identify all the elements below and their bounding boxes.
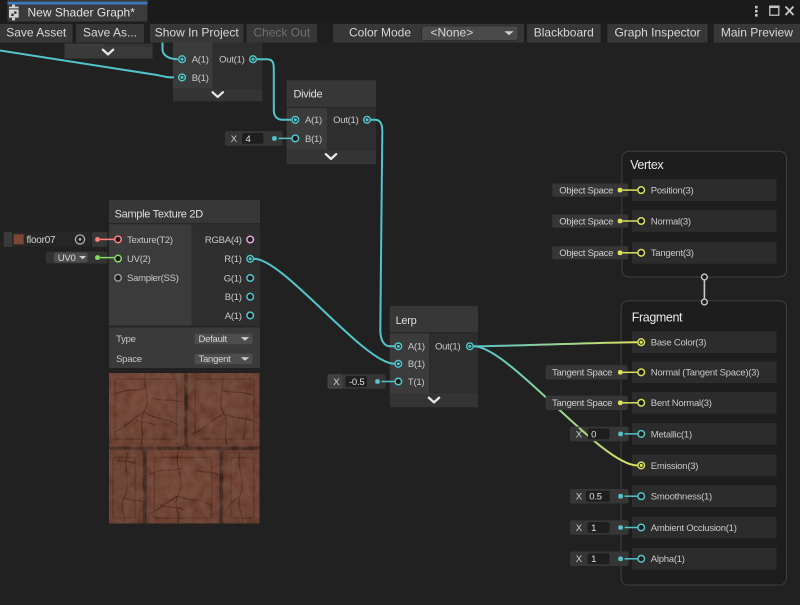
svg-text:Sampler(SS): Sampler(SS) [127, 273, 179, 284]
svg-text:Fragment: Fragment [632, 310, 683, 324]
svg-text:Texture(T2): Texture(T2) [127, 235, 173, 246]
svg-text:T(1): T(1) [408, 377, 425, 388]
svg-text:Type: Type [116, 334, 136, 345]
svg-text:Check Out: Check Out [253, 26, 310, 40]
svg-text:Out(1): Out(1) [333, 115, 359, 126]
svg-text:Tangent Space: Tangent Space [552, 368, 612, 379]
svg-text:floor07: floor07 [27, 235, 57, 246]
svg-text:X: X [576, 554, 583, 565]
svg-text:RGBA(4): RGBA(4) [205, 235, 242, 246]
svg-text:Bent Normal(3): Bent Normal(3) [651, 398, 712, 409]
svg-text:Tangent Space: Tangent Space [552, 398, 612, 409]
svg-text:X: X [333, 377, 340, 388]
svg-text:Out(1): Out(1) [219, 55, 245, 66]
svg-text:Default: Default [199, 334, 228, 345]
svg-text:Normal (Tangent Space)(3): Normal (Tangent Space)(3) [651, 368, 759, 379]
svg-text:B(1): B(1) [408, 359, 425, 370]
svg-text:-0.5: -0.5 [349, 377, 364, 388]
svg-text:1: 1 [591, 554, 596, 565]
svg-text:Tangent(3): Tangent(3) [651, 248, 694, 259]
svg-text:UV(2): UV(2) [127, 254, 151, 265]
svg-text:Alpha(1): Alpha(1) [651, 554, 685, 565]
svg-text:Metallic(1): Metallic(1) [651, 429, 692, 440]
svg-text:Base Color(3): Base Color(3) [651, 338, 706, 349]
svg-text:0.5: 0.5 [589, 492, 601, 503]
svg-text:R(1): R(1) [224, 254, 242, 265]
svg-text:Normal(3): Normal(3) [651, 216, 691, 227]
svg-text:Smoothness(1): Smoothness(1) [651, 492, 712, 503]
svg-text:Lerp: Lerp [396, 315, 417, 327]
svg-text:Position(3): Position(3) [651, 186, 694, 197]
svg-text:B(1): B(1) [225, 292, 242, 303]
svg-text:B(1): B(1) [305, 134, 322, 145]
svg-text:UV0: UV0 [58, 253, 76, 264]
svg-text:A(1): A(1) [192, 55, 209, 66]
svg-text:Tangent: Tangent [199, 354, 232, 365]
svg-text:Object Space: Object Space [559, 216, 613, 227]
svg-text:<None>: <None> [431, 26, 474, 40]
svg-text:A(1): A(1) [305, 115, 322, 126]
svg-text:A(1): A(1) [225, 311, 242, 322]
svg-text:Main Preview: Main Preview [721, 26, 793, 40]
svg-text:X: X [231, 134, 238, 145]
svg-text:Ambient Occlusion(1): Ambient Occlusion(1) [651, 523, 737, 534]
svg-text:X: X [576, 523, 583, 534]
svg-text:New Shader Graph*: New Shader Graph* [28, 6, 136, 20]
svg-text:Graph Inspector: Graph Inspector [614, 26, 700, 40]
svg-text:Sample Texture 2D: Sample Texture 2D [115, 209, 204, 221]
svg-text:Object Space: Object Space [559, 248, 613, 259]
svg-text:G(1): G(1) [224, 273, 242, 284]
svg-text:Blackboard: Blackboard [534, 26, 594, 40]
svg-text:Vertex: Vertex [630, 158, 664, 172]
svg-text:Color Mode: Color Mode [349, 26, 411, 40]
svg-text:B(1): B(1) [192, 73, 209, 84]
svg-text:4: 4 [246, 134, 251, 145]
svg-text:0: 0 [591, 429, 596, 440]
svg-text:Divide: Divide [294, 88, 323, 100]
svg-text:1: 1 [591, 523, 596, 534]
svg-text:Save As...: Save As... [83, 26, 137, 40]
svg-text:Object Space: Object Space [559, 186, 613, 197]
svg-text:Show In Project: Show In Project [155, 26, 240, 40]
svg-text:Emission(3): Emission(3) [651, 461, 698, 472]
svg-text:A(1): A(1) [408, 342, 425, 353]
svg-text:Save Asset: Save Asset [6, 26, 67, 40]
svg-text:Out(1): Out(1) [435, 342, 461, 353]
svg-text:X: X [576, 492, 583, 503]
svg-text:Space: Space [116, 354, 142, 365]
